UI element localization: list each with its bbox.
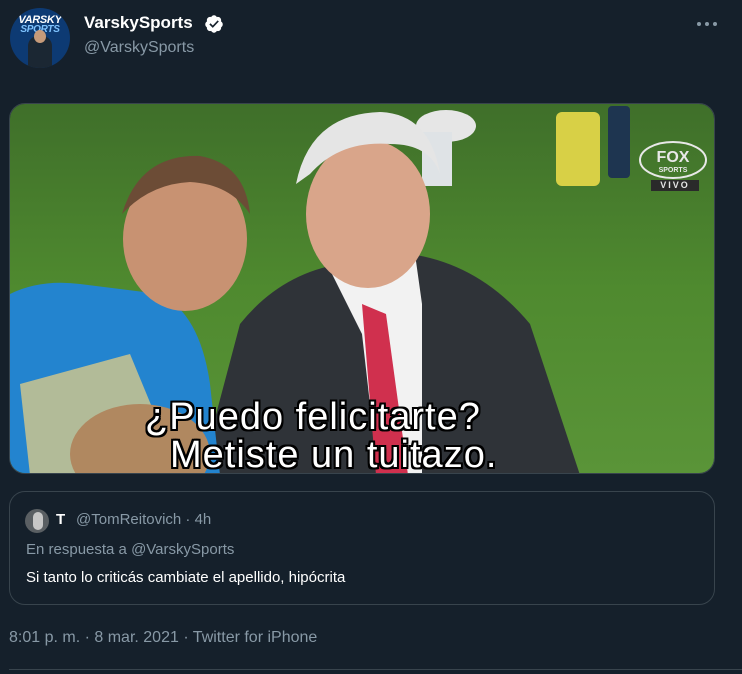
divider bbox=[9, 669, 742, 670]
channel-badge: FOX SPORTS VIVO bbox=[638, 140, 712, 191]
author-display-name[interactable]: VarskySports bbox=[84, 13, 193, 33]
channel-logo-bottom: SPORTS bbox=[659, 167, 688, 174]
quoted-tweet[interactable]: T @TomReitovich · 4h En respuesta a @Var… bbox=[9, 491, 715, 605]
fox-sports-logo: FOX SPORTS bbox=[639, 141, 707, 179]
author-handle[interactable]: @VarskySports bbox=[84, 39, 194, 57]
more-dot bbox=[713, 22, 717, 26]
more-dot bbox=[705, 22, 709, 26]
more-options-icon[interactable] bbox=[690, 12, 724, 36]
quoted-author-handle-time: @TomReitovich · 4h bbox=[76, 511, 212, 528]
quoted-author-avatar[interactable] bbox=[25, 509, 49, 533]
tweet: VARSKY SPORTS VarskySports @VarskySports bbox=[0, 0, 742, 674]
channel-logo-top: FOX bbox=[657, 149, 690, 166]
quoted-tweet-text: Si tanto lo criticás cambiate el apellid… bbox=[26, 569, 346, 586]
more-dot bbox=[697, 22, 701, 26]
meme-caption-line1: ¿Puedo felicitarte? bbox=[145, 396, 481, 438]
quoted-reply-context: En respuesta a @VarskySports bbox=[26, 541, 235, 558]
tweet-timestamp[interactable]: 8:01 p. m. · 8 mar. 2021 · Twitter for i… bbox=[9, 629, 317, 647]
channel-live-tag: VIVO bbox=[651, 180, 699, 191]
meme-caption-line2: Metiste un tuitazo. bbox=[170, 434, 498, 474]
quoted-author-name: T bbox=[56, 511, 66, 528]
tweet-media-image[interactable]: FOX SPORTS VIVO ¿Puedo felicitarte? Meti… bbox=[9, 103, 715, 474]
author-avatar[interactable]: VARSKY SPORTS bbox=[10, 8, 70, 68]
avatar-person-head bbox=[34, 30, 46, 43]
verified-badge-icon bbox=[205, 15, 223, 33]
